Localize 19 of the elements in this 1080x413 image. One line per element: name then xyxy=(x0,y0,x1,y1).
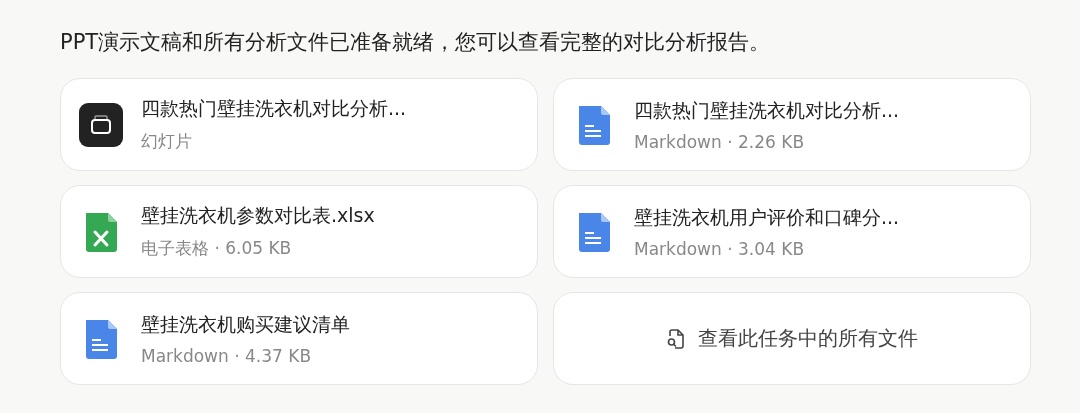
file-card[interactable]: 壁挂洗衣机购买建议清单 Markdown · 4.37 KB xyxy=(60,292,538,385)
file-card[interactable]: 四款热门壁挂洗衣机对比分析... 幻灯片 xyxy=(60,78,538,171)
file-name: 壁挂洗衣机参数对比表.xlsx xyxy=(141,203,375,228)
file-meta: Markdown · 3.04 KB xyxy=(634,238,806,259)
file-meta: Markdown · 2.26 KB xyxy=(634,131,806,152)
file-name: 壁挂洗衣机购买建议清单 xyxy=(141,311,350,337)
file-name: 四款热门壁挂洗衣机对比分析... xyxy=(634,97,900,123)
file-card[interactable]: 壁挂洗衣机参数对比表.xlsx 电子表格 · 6.05 KB xyxy=(60,185,538,278)
file-search-icon xyxy=(666,327,686,350)
file-name: 壁挂洗衣机用户评价和口碑分... xyxy=(634,204,900,230)
file-card[interactable]: 四款热门壁挂洗衣机对比分析... Markdown · 2.26 KB xyxy=(553,78,1031,171)
file-meta: 幻灯片 xyxy=(141,130,193,153)
file-card[interactable]: 壁挂洗衣机用户评价和口碑分... Markdown · 3.04 KB xyxy=(553,185,1031,278)
message-text: PPT演示文稿和所有分析文件已准备就绪，您可以查看完整的对比分析报告。 xyxy=(60,29,772,56)
view-all-files-link[interactable]: 查看此任务中的所有文件 xyxy=(553,292,1031,385)
file-meta: 电子表格 · 6.05 KB xyxy=(141,237,293,260)
slides-icon xyxy=(79,102,123,147)
file-meta: Markdown · 4.37 KB xyxy=(141,345,313,366)
file-name: 四款热门壁挂洗衣机对比分析... xyxy=(141,96,407,121)
